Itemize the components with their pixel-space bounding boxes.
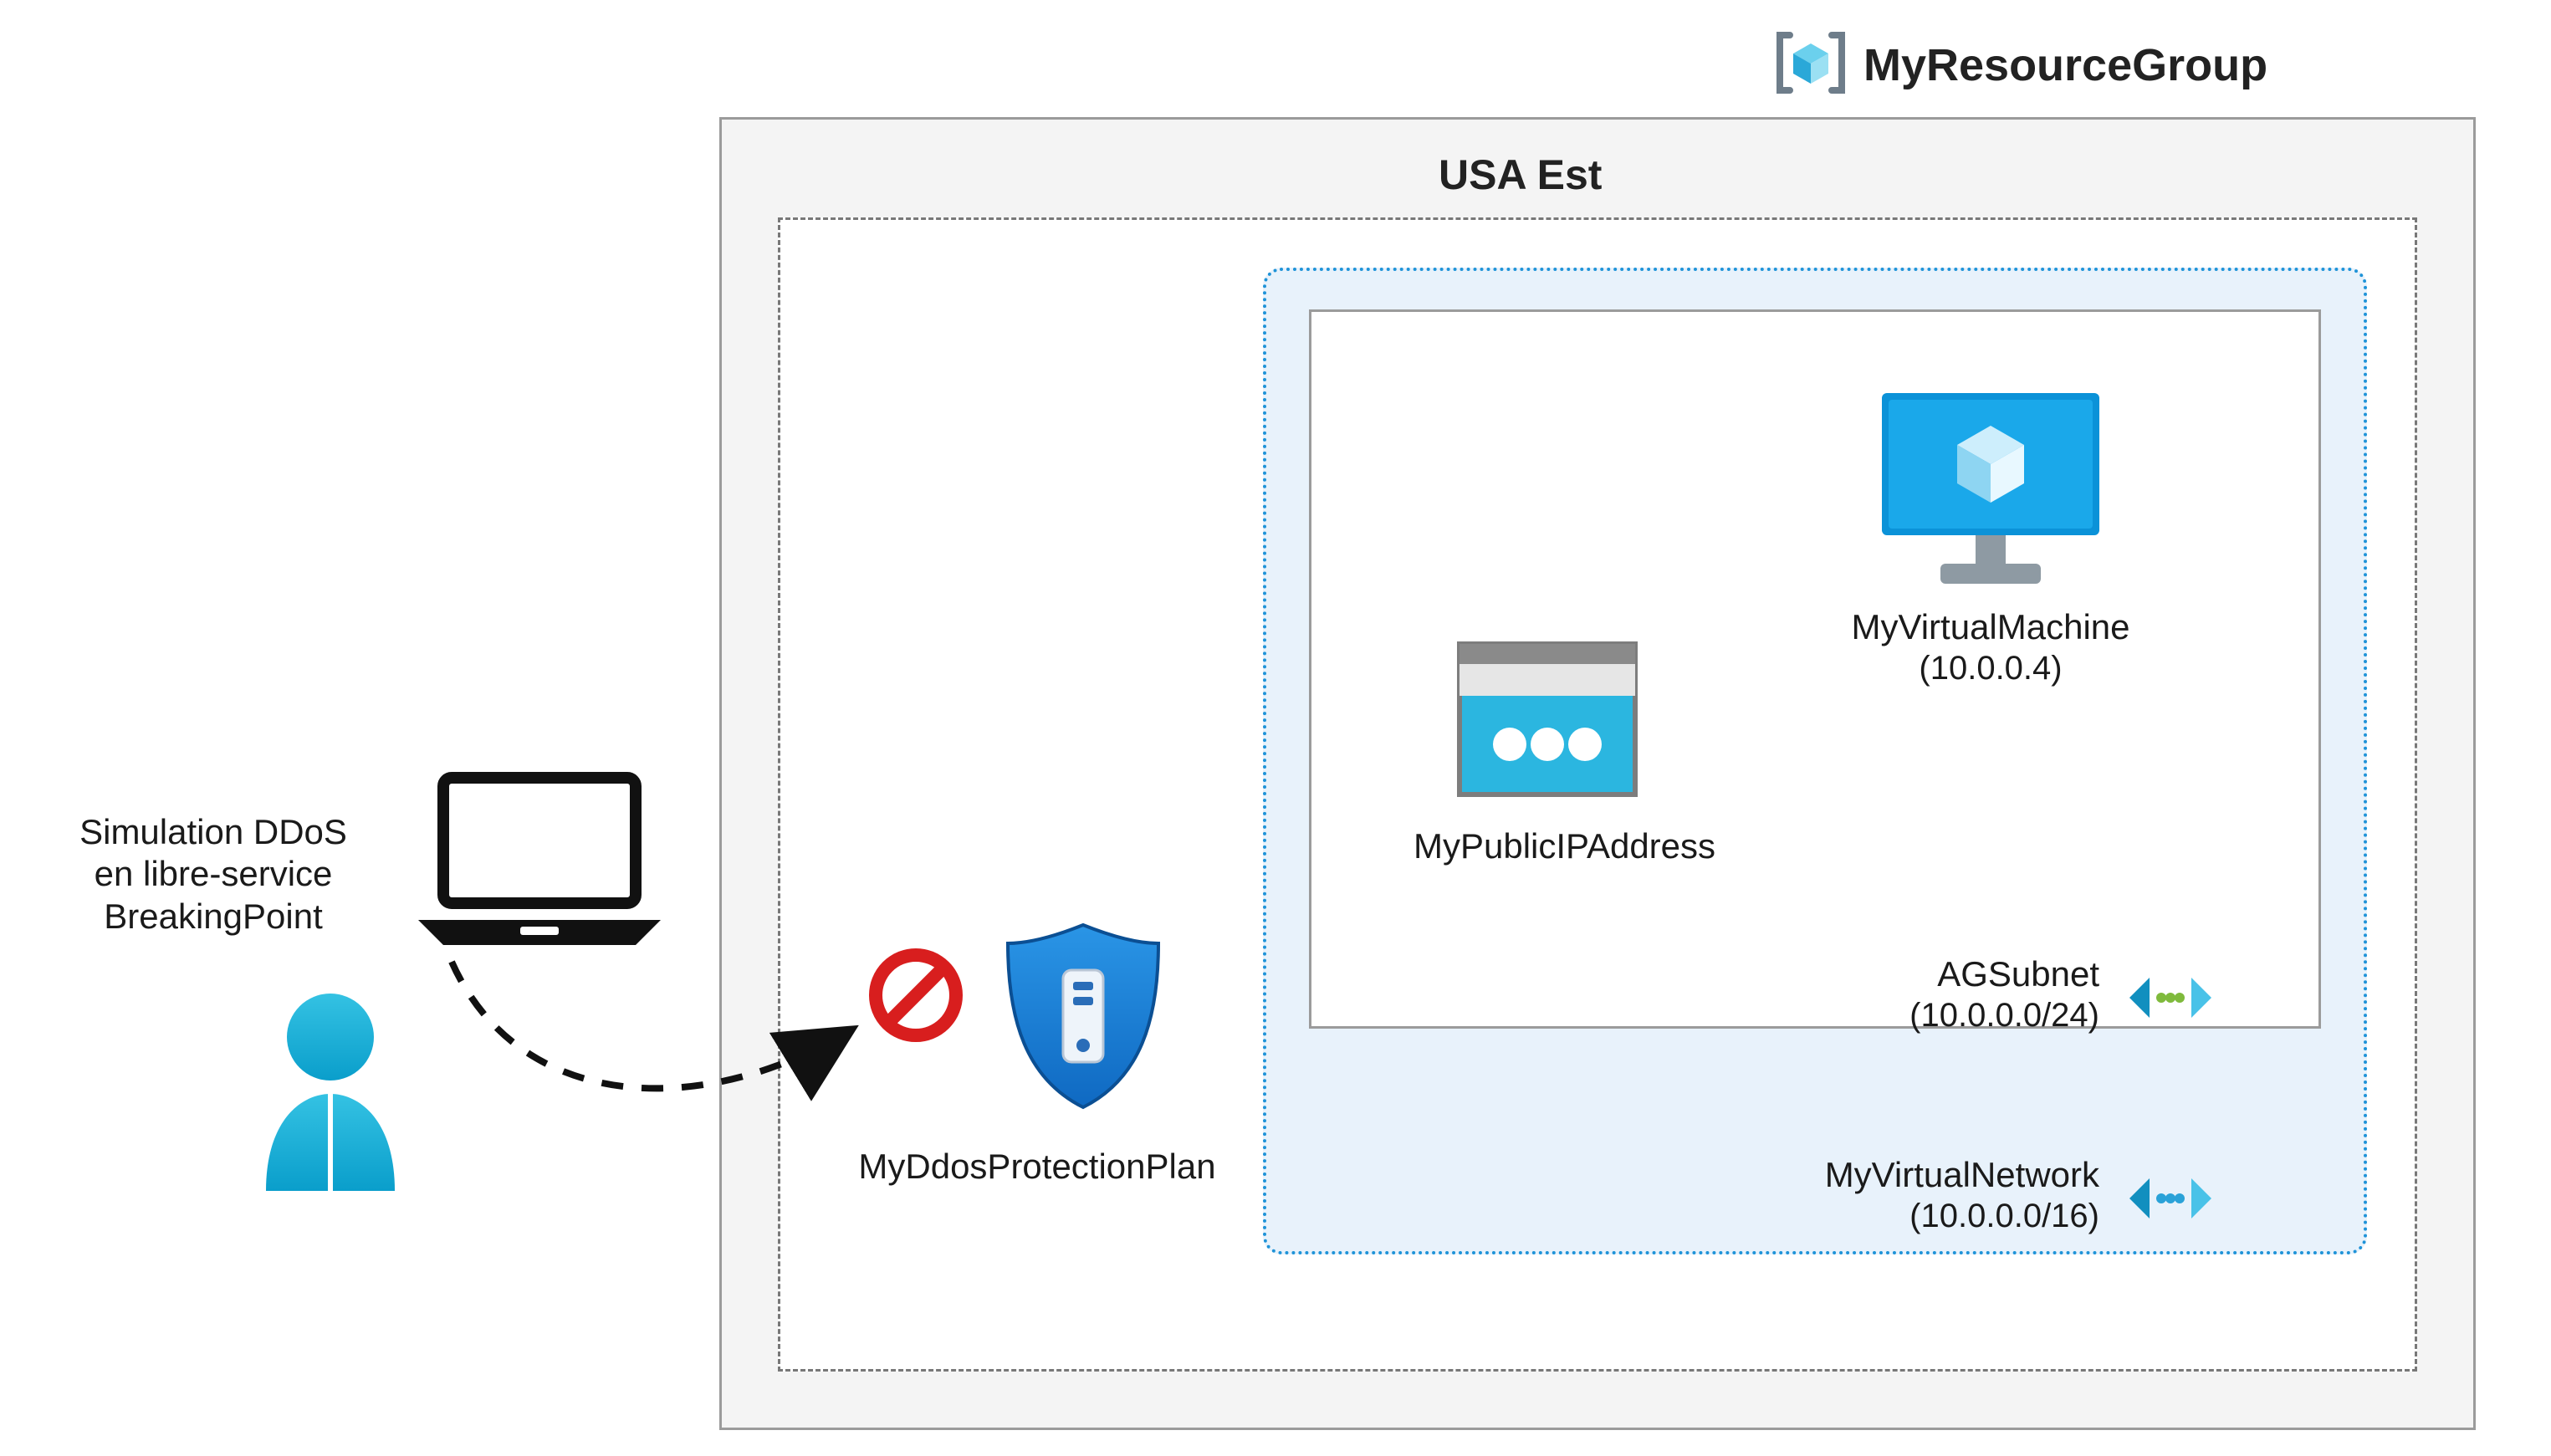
- vnet-label-block: MyVirtualNetwork (10.0.0.0/16): [1698, 1154, 2099, 1236]
- resource-group-header: MyResourceGroup: [1773, 25, 2267, 105]
- ddos-name: MyDdosProtectionPlan: [820, 1146, 1255, 1188]
- public-ip-node: MyPublicIPAddress: [1414, 636, 1681, 867]
- public-ip-icon: [1451, 792, 1644, 806]
- vnet-badge-icon: [2124, 1152, 2216, 1249]
- attack-arrow: [418, 928, 887, 1150]
- public-ip-label: MyPublicIPAddress: [1414, 825, 1681, 867]
- diagram-stage: MyResourceGroup USA Est MyPublicIPAddres…: [0, 0, 2551, 1456]
- resource-group-title: MyResourceGroup: [1863, 39, 2267, 91]
- virtual-machine-node: MyVirtualMachine (10.0.0.4): [1823, 376, 2158, 688]
- user-icon: [251, 987, 410, 1200]
- vnet-cidr: (10.0.0.0/16): [1698, 1196, 2099, 1236]
- client-line2: en libre-service: [33, 853, 393, 895]
- client-line3: BreakingPoint: [33, 896, 393, 937]
- resource-group-icon: [1773, 25, 1848, 105]
- client-caption: Simulation DDoS en libre-service Breakin…: [33, 811, 393, 937]
- vm-name: MyVirtualMachine: [1823, 606, 2158, 648]
- shield-icon: [999, 1101, 1167, 1116]
- virtual-machine-icon: [1865, 583, 2116, 597]
- client-line1: Simulation DDoS: [33, 811, 393, 853]
- subnet-badge-icon: [2124, 952, 2216, 1048]
- vm-ip: (10.0.0.4): [1823, 648, 2158, 688]
- region-title: USA Est: [1439, 151, 1602, 199]
- vnet-name: MyVirtualNetwork: [1698, 1154, 2099, 1196]
- ddos-shield-node: [945, 920, 1221, 1116]
- subnet-cidr: (10.0.0.0/24): [1731, 995, 2099, 1035]
- subnet-label-block: AGSubnet (10.0.0.0/24): [1731, 953, 2099, 1035]
- subnet-name: AGSubnet: [1731, 953, 2099, 995]
